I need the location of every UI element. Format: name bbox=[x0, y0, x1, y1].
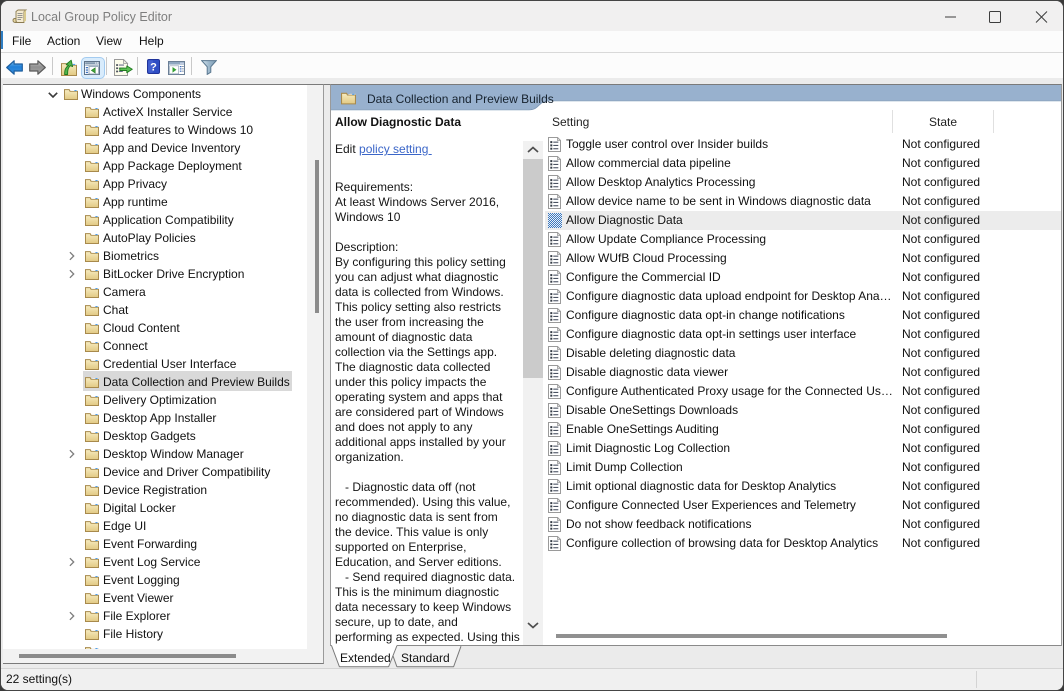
svg-text:Extended: Extended bbox=[340, 651, 391, 665]
svg-text:Standard: Standard bbox=[401, 651, 450, 665]
